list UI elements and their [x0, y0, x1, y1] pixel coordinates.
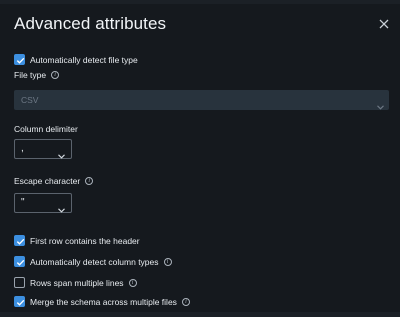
first-row-header-checkbox[interactable]	[14, 235, 25, 246]
escape-character-label-row: Escape character i	[14, 176, 94, 186]
first-row-header-option[interactable]: First row contains the header	[14, 235, 140, 246]
info-icon[interactable]: i	[85, 177, 94, 185]
file-type-value: CSV	[21, 95, 39, 105]
check-icon	[16, 299, 25, 306]
column-delimiter-label-row: Column delimiter	[14, 124, 78, 134]
info-icon[interactable]: i	[181, 297, 190, 306]
escape-character-value: "	[21, 197, 25, 208]
check-icon	[16, 259, 25, 266]
auto-detect-column-types-label: Automatically detect column types	[30, 256, 159, 267]
info-icon[interactable]: i	[128, 278, 137, 287]
file-type-label-row: File type i	[14, 70, 60, 80]
file-type-select[interactable]: CSV	[14, 90, 389, 110]
escape-character-label: Escape character	[14, 176, 81, 186]
first-row-header-label: First row contains the header	[30, 235, 140, 246]
dialog-bottom-edge	[0, 312, 400, 317]
close-icon[interactable]	[378, 18, 390, 30]
column-delimiter-select[interactable]: ,	[14, 139, 72, 159]
file-type-label: File type	[14, 70, 47, 80]
auto-detect-column-types-checkbox[interactable]	[14, 256, 25, 267]
column-delimiter-label: Column delimiter	[14, 124, 78, 134]
auto-detect-file-type-checkbox[interactable]	[14, 54, 25, 65]
merge-schema-option[interactable]: Merge the schema across multiple files i	[14, 296, 190, 307]
chevron-down-icon	[58, 200, 65, 218]
column-delimiter-value: ,	[21, 143, 24, 154]
chevron-down-icon	[58, 146, 65, 164]
check-icon	[16, 57, 25, 64]
merge-schema-label: Merge the schema across multiple files	[30, 296, 177, 307]
auto-detect-column-types-option[interactable]: Automatically detect column types i	[14, 256, 172, 267]
info-icon[interactable]: i	[163, 257, 172, 266]
rows-span-multiple-lines-label: Rows span multiple lines	[30, 277, 124, 288]
rows-span-multiple-lines-checkbox[interactable]	[14, 277, 25, 288]
merge-schema-checkbox[interactable]	[14, 296, 25, 307]
escape-character-select[interactable]: "	[14, 193, 72, 213]
check-icon	[16, 238, 25, 245]
rows-span-multiple-lines-option[interactable]: Rows span multiple lines i	[14, 277, 137, 288]
auto-detect-file-type-option[interactable]: Automatically detect file type	[14, 54, 138, 65]
advanced-attributes-dialog: Advanced attributes Automatically detect…	[0, 4, 400, 317]
chevron-down-icon	[377, 97, 384, 115]
dialog-title: Advanced attributes	[14, 14, 167, 33]
auto-detect-file-type-label: Automatically detect file type	[30, 54, 138, 65]
info-icon[interactable]: i	[51, 71, 60, 79]
